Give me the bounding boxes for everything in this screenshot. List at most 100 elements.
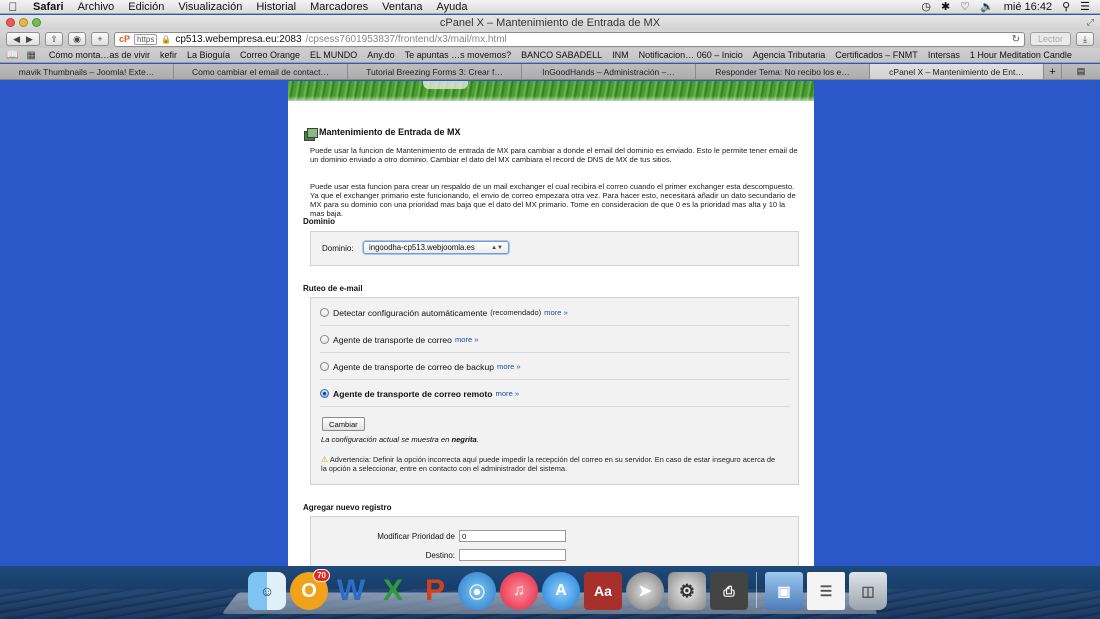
option-label[interactable]: Detectar configuración automáticamente (333, 308, 487, 318)
share-button[interactable]: ⇧ (45, 32, 63, 46)
downloads-button[interactable]: ⤓ (1076, 32, 1094, 46)
bookmark-item[interactable]: Intersas (923, 50, 965, 60)
bookmark-item[interactable]: BANCO SABADELL (516, 50, 607, 60)
warning-text: Advertencia: Definir la opción incorrect… (321, 455, 776, 473)
preview-icon[interactable]: ▣ (765, 572, 803, 610)
bluetooth-icon[interactable]: ✱ (941, 0, 950, 13)
routing-option-remote[interactable]: Agente de transporte de correo remoto mo… (320, 381, 790, 407)
notification-center-icon[interactable]: ☰ (1080, 0, 1090, 13)
dictionary-icon[interactable]: Aa (584, 572, 622, 610)
system-preferences-icon[interactable]: ⚙ (668, 572, 706, 610)
bookmark-item[interactable]: Notificacion… 060 – Inicio (634, 50, 748, 60)
mx-entry-icon (304, 128, 318, 141)
option-label[interactable]: Agente de transporte de correo remoto (333, 389, 493, 399)
address-bar[interactable]: cP https 🔒 cp513.webempresa.eu:2083/cpse… (114, 31, 1025, 47)
radio-button[interactable] (320, 308, 329, 317)
spotlight-search-icon[interactable]: ⚲ (1062, 0, 1070, 13)
tab[interactable]: Responder Tema: No recibo los e… (696, 64, 870, 79)
lock-icon: 🔒 (161, 34, 172, 44)
bookmark-item[interactable]: Correo Orange (235, 50, 305, 60)
routing-option-auto[interactable]: Detectar configuración automáticamente (… (320, 300, 790, 326)
close-window-button[interactable] (6, 18, 15, 27)
dock-icons: ☺ O 70 W X P ⦿ ♫ A Aa ➤ ⚙ ⎙ ▣ ☰ ◫ (248, 569, 887, 610)
more-link[interactable]: more » (497, 362, 521, 371)
safari-icon[interactable]: ⦿ (458, 572, 496, 610)
reload-icon[interactable]: ↻ (1012, 34, 1020, 45)
top-sites-button[interactable]: ◉ (68, 32, 86, 46)
wifi-icon[interactable]: ♡ (960, 0, 970, 13)
printer-icon[interactable]: ⎙ (710, 572, 748, 610)
tab[interactable]: Como cambiar el email de contact… (174, 64, 348, 79)
radio-button-selected[interactable] (320, 389, 329, 398)
bookmark-item[interactable]: Te apuntas …s movemos? (400, 50, 517, 60)
forward-arrow-icon[interactable]: ▶ (26, 34, 33, 45)
cpanel-page: Mantenimiento de Entrada de MX Puede usa… (288, 81, 814, 567)
reader-button[interactable]: Lector (1029, 32, 1071, 46)
bookmark-item[interactable]: La Bioguía (182, 50, 235, 60)
minimize-window-button[interactable] (19, 18, 28, 27)
option-label[interactable]: Agente de transporte de correo (333, 335, 452, 345)
volume-icon[interactable]: 🔈 (980, 0, 994, 13)
bookmark-item[interactable]: Agencia Tributaria (748, 50, 831, 60)
documents-stack-icon[interactable]: ☰ (807, 572, 845, 610)
tab[interactable]: mavik Thumbnails – Joomla! Exte… (0, 64, 174, 79)
menu-app[interactable]: Safari (26, 1, 71, 13)
tab-bar: mavik Thumbnails – Joomla! Exte… Como ca… (0, 64, 1100, 80)
outlook-icon[interactable]: O 70 (290, 569, 330, 610)
powerpoint-icon[interactable]: P (416, 572, 454, 610)
finder-icon[interactable]: ☺ (248, 572, 286, 610)
domain-label: Dominio: (322, 244, 354, 253)
back-arrow-icon[interactable]: ◀ (13, 34, 20, 45)
new-tab-button[interactable]: + (91, 32, 109, 46)
radio-button[interactable] (320, 335, 329, 344)
fullscreen-icon[interactable]: ⤢ (1087, 17, 1094, 28)
tab[interactable]: Tutorial Breezing Forms 3: Crear f… (348, 64, 522, 79)
domain-select[interactable]: ingoodha-cp513.webjoomla.es ▲▼ (363, 241, 509, 254)
apple-menu-icon[interactable]:  (0, 0, 26, 14)
domain-panel: Dominio: ingoodha-cp513.webjoomla.es ▲▼ (310, 231, 799, 266)
menu-marcadores[interactable]: Marcadores (303, 1, 375, 13)
tab-overview-button[interactable]: ▤ (1062, 64, 1100, 79)
bookmark-item[interactable]: EL MUNDO (305, 50, 362, 60)
tab-active[interactable]: cPanel X – Mantenimiento de Ent… (870, 64, 1044, 79)
menu-historial[interactable]: Historial (249, 1, 303, 13)
bookmark-item[interactable]: Certificados – FNMT (830, 50, 923, 60)
window-titlebar: cPanel X – Mantenimiento de Entrada de M… (0, 15, 1100, 30)
bookmark-item[interactable]: Any.do (362, 50, 399, 60)
menu-archivo[interactable]: Archivo (71, 1, 122, 13)
destination-input[interactable] (459, 549, 566, 561)
tab[interactable]: InGoodHands – Administración –… (522, 64, 696, 79)
app-store-icon[interactable]: A (542, 572, 580, 610)
word-icon[interactable]: W (332, 572, 370, 610)
change-button[interactable]: Cambiar (322, 417, 365, 431)
routing-option-local[interactable]: Agente de transporte de correo more » (320, 327, 790, 353)
itunes-icon[interactable]: ♫ (500, 572, 538, 610)
menu-ayuda[interactable]: Ayuda (430, 1, 475, 13)
radio-button[interactable] (320, 362, 329, 371)
dock: ☺ O 70 W X P ⦿ ♫ A Aa ➤ ⚙ ⎙ ▣ ☰ ◫ (0, 566, 1100, 619)
bookmark-item[interactable]: Cómo monta…as de vivir (44, 50, 155, 60)
destination-label: Destino: (425, 551, 455, 560)
reading-list-icon[interactable]: 📖 (6, 50, 18, 61)
bookmark-item[interactable]: kefir (155, 50, 182, 60)
menu-edicion[interactable]: Edición (121, 1, 171, 13)
bookmark-item[interactable]: INM (607, 50, 634, 60)
more-link[interactable]: more » (496, 389, 520, 398)
more-link[interactable]: more » (544, 308, 568, 317)
menu-ventana[interactable]: Ventana (375, 1, 429, 13)
add-tab-button[interactable]: + (1044, 64, 1062, 79)
launchpad-icon[interactable]: ➤ (626, 572, 664, 610)
excel-icon[interactable]: X (374, 572, 412, 610)
routing-option-backup[interactable]: Agente de transporte de correo de backup… (320, 354, 790, 380)
menu-visualizacion[interactable]: Visualización (171, 1, 249, 13)
trash-icon[interactable]: ◫ (849, 572, 887, 610)
show-all-bookmarks-icon[interactable]: ▦ (26, 50, 35, 61)
more-link[interactable]: more » (455, 335, 479, 344)
time-machine-icon[interactable]: ◷ (921, 0, 931, 13)
config-note-end: . (476, 435, 479, 444)
clock[interactable]: mié 16:42 (1004, 1, 1052, 13)
zoom-window-button[interactable] (32, 18, 41, 27)
option-label[interactable]: Agente de transporte de correo de backup (333, 362, 494, 372)
priority-input[interactable]: 0 (459, 530, 566, 542)
bookmark-item[interactable]: 1 Hour Meditation Candle (965, 50, 1077, 60)
